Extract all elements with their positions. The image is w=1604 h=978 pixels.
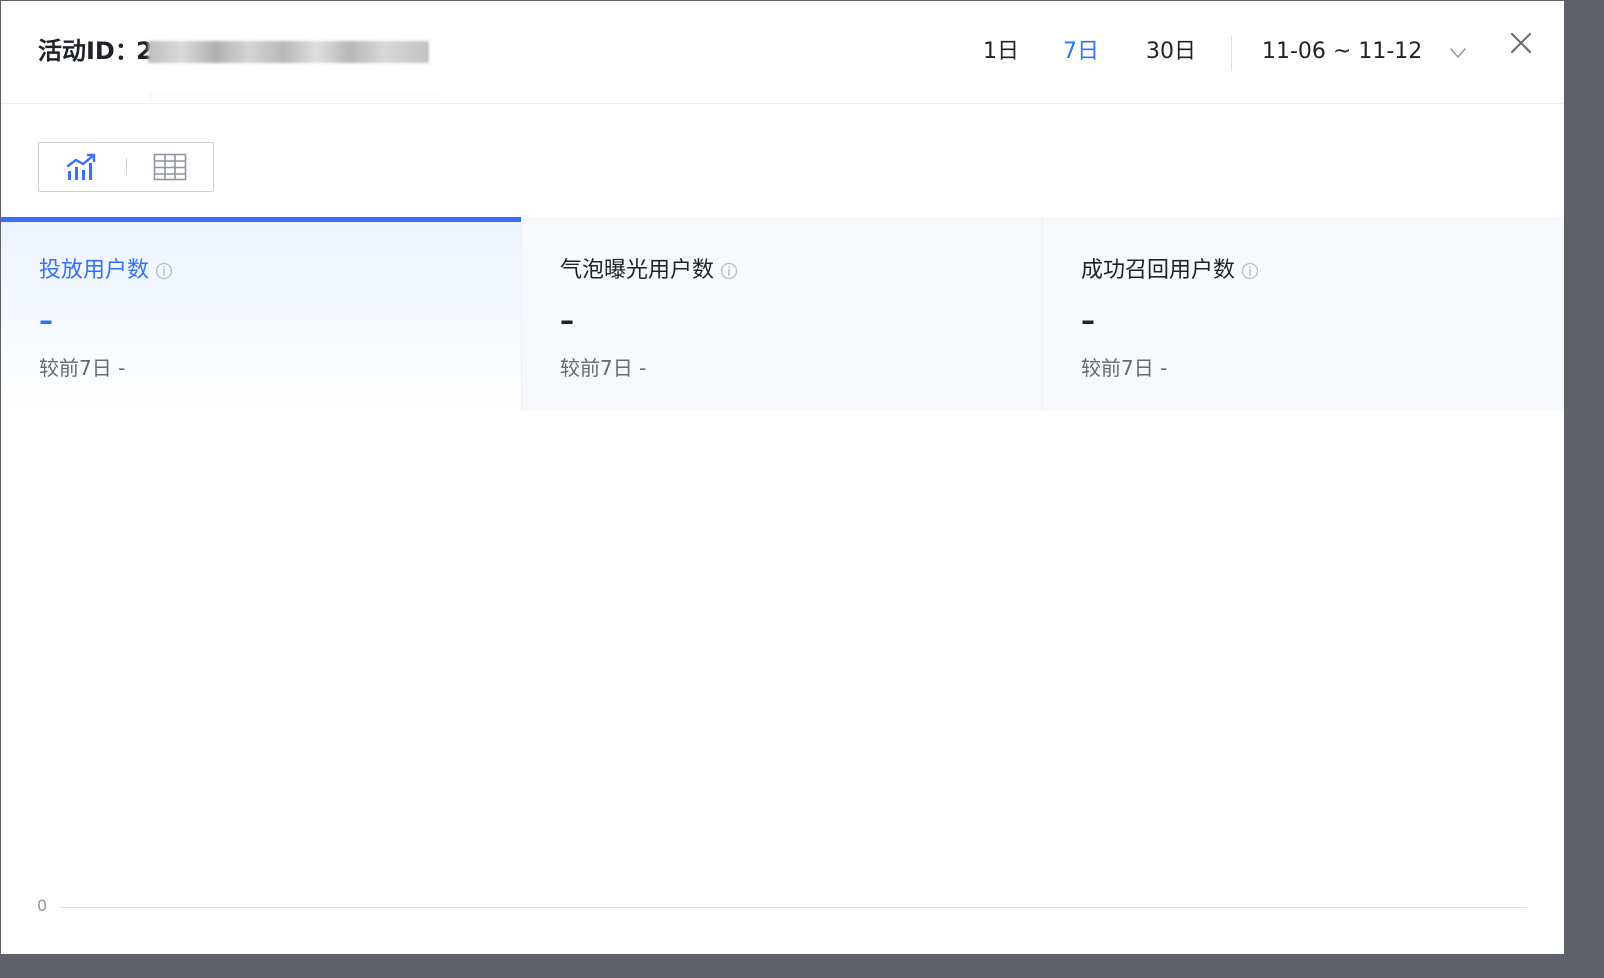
view-toggle-group (38, 142, 214, 192)
chart-area: 0 (1, 411, 1564, 954)
range-tab-1d[interactable]: 1日 (983, 37, 1019, 67)
info-icon[interactable] (1241, 262, 1259, 280)
metric-title: 成功召回用户数 (1081, 256, 1259, 286)
close-icon[interactable] (1509, 31, 1533, 55)
metric-card-bubble-exposure-users[interactable]: 气泡曝光用户数 – 较前7日 - (522, 217, 1043, 411)
metric-title: 气泡曝光用户数 (560, 256, 738, 286)
info-icon[interactable] (720, 262, 738, 280)
activity-id-label: 活动ID： (38, 37, 139, 65)
metric-card-delivered-users[interactable]: 投放用户数 – 较前7日 - (1, 217, 522, 411)
metric-title-text: 成功召回用户数 (1081, 258, 1236, 283)
header-divider (1231, 35, 1232, 71)
table-icon (153, 153, 187, 181)
redacted-activity-id (148, 41, 429, 63)
metric-title-text: 投放用户数 (39, 258, 150, 283)
y-axis-zero-label: 0 (37, 896, 48, 915)
metric-compare: 较前7日 - (560, 356, 647, 380)
metric-card-recalled-users[interactable]: 成功召回用户数 – 较前7日 - (1043, 217, 1564, 411)
modal-header: 活动ID： 2 1日 7日 30日 11-06 ~ 11-12 (1, 1, 1564, 104)
metric-value: – (39, 304, 53, 337)
chevron-down-icon[interactable] (1449, 44, 1467, 62)
overlay-edge (1565, 0, 1604, 978)
range-tab-7d[interactable]: 7日 (1063, 37, 1099, 67)
metrics-row: 投放用户数 – 较前7日 - 气泡曝光用户数 – 较前7日 - 成功召回用户数 … (1, 217, 1564, 411)
table-view-toggle[interactable] (127, 143, 213, 191)
metric-compare: 较前7日 - (1081, 356, 1168, 380)
date-range-text: 11-06 ~ 11-12 (1262, 39, 1423, 64)
x-axis-baseline (59, 907, 1527, 908)
redaction-shadow (148, 93, 441, 102)
chart-view-toggle[interactable] (39, 143, 125, 191)
activity-modal: 活动ID： 2 1日 7日 30日 11-06 ~ 11-12 投放用户数 – … (1, 1, 1564, 954)
metric-value: – (560, 304, 574, 337)
metric-compare: 较前7日 - (39, 356, 126, 380)
range-tab-30d[interactable]: 30日 (1146, 37, 1196, 67)
line-chart-icon (66, 153, 96, 180)
info-icon[interactable] (155, 262, 173, 280)
metric-title-text: 气泡曝光用户数 (560, 258, 715, 283)
metric-title: 投放用户数 (39, 256, 173, 286)
metric-value: – (1081, 304, 1095, 337)
